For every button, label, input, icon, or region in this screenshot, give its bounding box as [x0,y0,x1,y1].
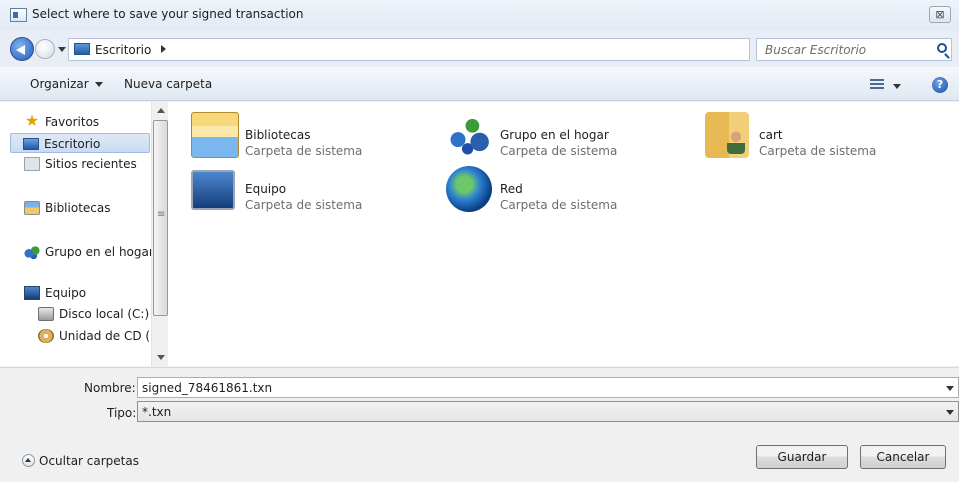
item-type: Carpeta de sistema [245,144,363,158]
item-name: Bibliotecas [245,128,311,142]
nav-item-label: Disco local (C:) [59,307,150,321]
list-item[interactable]: cart Carpeta de sistema [705,112,955,160]
navigation-pane: ★ Favoritos Escritorio Sitios recientes B… [0,102,170,366]
item-type: Carpeta de sistema [500,144,618,158]
nav-item-desktop[interactable]: Escritorio [10,133,150,153]
breadcrumb-chevron-icon[interactable] [161,45,166,53]
address-bar[interactable]: Escritorio ⇆ [68,38,812,64]
filetype-select[interactable]: *.txn [137,401,959,422]
close-button[interactable]: ⊠ [929,6,951,23]
scroll-up-icon[interactable] [157,108,165,113]
view-dropdown-icon[interactable] [893,84,901,89]
new-folder-button[interactable]: Nueva carpeta [124,77,212,91]
item-type: Carpeta de sistema [500,198,618,212]
filename-label: Nombre: [84,381,136,395]
cancel-button[interactable]: Cancelar [860,445,946,469]
scroll-thumb[interactable] [153,120,168,316]
nav-item-label: Escritorio [44,137,101,151]
nav-scrollbar[interactable] [151,102,168,366]
recent-places-icon [24,156,40,171]
organize-menu-button[interactable]: Organizar [30,77,103,91]
search-placeholder: Buscar Escritorio [765,43,867,57]
nav-item-label: Favoritos [45,115,100,129]
nav-item-local-disk[interactable]: Disco local (C:) [38,304,149,324]
libraries-icon [191,112,239,158]
network-icon [446,166,492,212]
item-name: Red [500,182,523,196]
save-dialog: Select where to save your signed transac… [0,0,959,482]
hide-folders-button[interactable]: Ocultar carpetas [22,454,139,468]
list-item[interactable]: Grupo en el hogar Carpeta de sistema [446,112,696,160]
star-icon: ★ [24,110,40,130]
save-button[interactable]: Guardar [756,445,848,469]
search-icon[interactable] [937,43,947,53]
window-icon [10,8,27,22]
nav-item-recent-places[interactable]: Sitios recientes [24,154,137,174]
filename-input[interactable]: signed_78461861.txn [137,377,959,398]
content-area: ★ Favoritos Escritorio Sitios recientes B… [0,102,959,366]
nav-item-computer[interactable]: Equipo [24,283,86,303]
nav-item-libraries[interactable]: Bibliotecas [24,198,110,218]
save-fields: Nombre: signed_78461861.txn Tipo: *.txn [0,367,959,427]
breadcrumb-location[interactable]: Escritorio [95,43,151,57]
desktop-icon [74,43,90,55]
filename-dropdown-icon[interactable] [946,386,954,391]
filename-value[interactable]: signed_78461861.txn [142,381,272,395]
nav-item-label: Sitios recientes [45,157,137,171]
cd-drive-icon [38,328,54,343]
nav-item-label: Grupo en el hogar [45,245,154,259]
computer-icon [191,170,235,210]
desktop-icon [23,137,39,150]
nav-item-favorites[interactable]: ★ Favoritos [24,112,99,132]
list-item[interactable]: Red Carpeta de sistema [446,166,696,214]
navigation-bar: Escritorio ⇆ Buscar Escritorio [0,31,959,67]
file-list: Bibliotecas Carpeta de sistema Grupo en … [170,102,959,366]
libraries-icon [24,200,40,215]
view-options-icon[interactable] [870,79,884,91]
back-button[interactable] [10,37,34,61]
nav-item-homegroup[interactable]: Grupo en el hogar [24,242,154,262]
filetype-dropdown-icon[interactable] [946,410,954,415]
nav-item-cd-drive[interactable]: Unidad de CD (D: [38,326,150,346]
item-name: Grupo en el hogar [500,128,609,142]
item-type: Carpeta de sistema [245,198,363,212]
dialog-footer: Ocultar carpetas Guardar Cancelar [0,427,959,482]
list-item[interactable]: Bibliotecas Carpeta de sistema [191,112,441,160]
user-folder-icon [705,112,749,158]
toolbar: Organizar Nueva carpeta ? [0,67,959,101]
window-title: Select where to save your signed transac… [32,7,304,21]
help-icon[interactable]: ? [932,77,948,93]
nav-item-label: Bibliotecas [45,201,111,215]
search-input[interactable]: Buscar Escritorio [756,38,952,61]
title-bar: Select where to save your signed transac… [0,0,959,31]
scroll-down-icon[interactable] [157,355,165,360]
filetype-value: *.txn [142,405,172,419]
forward-button[interactable] [35,39,55,59]
local-disk-icon [38,306,54,321]
nav-item-label: Equipo [45,286,87,300]
nav-item-label: Unidad de CD (D: [59,329,150,343]
filetype-label: Tipo: [107,406,137,420]
hide-folders-label: Ocultar carpetas [39,454,139,468]
item-type: Carpeta de sistema [759,144,877,158]
computer-icon [24,285,40,300]
homegroup-icon [24,244,40,259]
chevron-up-icon [22,454,35,467]
homegroup-icon [446,112,494,158]
recent-pages-dropdown-icon[interactable] [58,47,66,52]
list-item[interactable]: Equipo Carpeta de sistema [191,166,441,214]
item-name: Equipo [245,182,287,196]
item-name: cart [759,128,783,142]
